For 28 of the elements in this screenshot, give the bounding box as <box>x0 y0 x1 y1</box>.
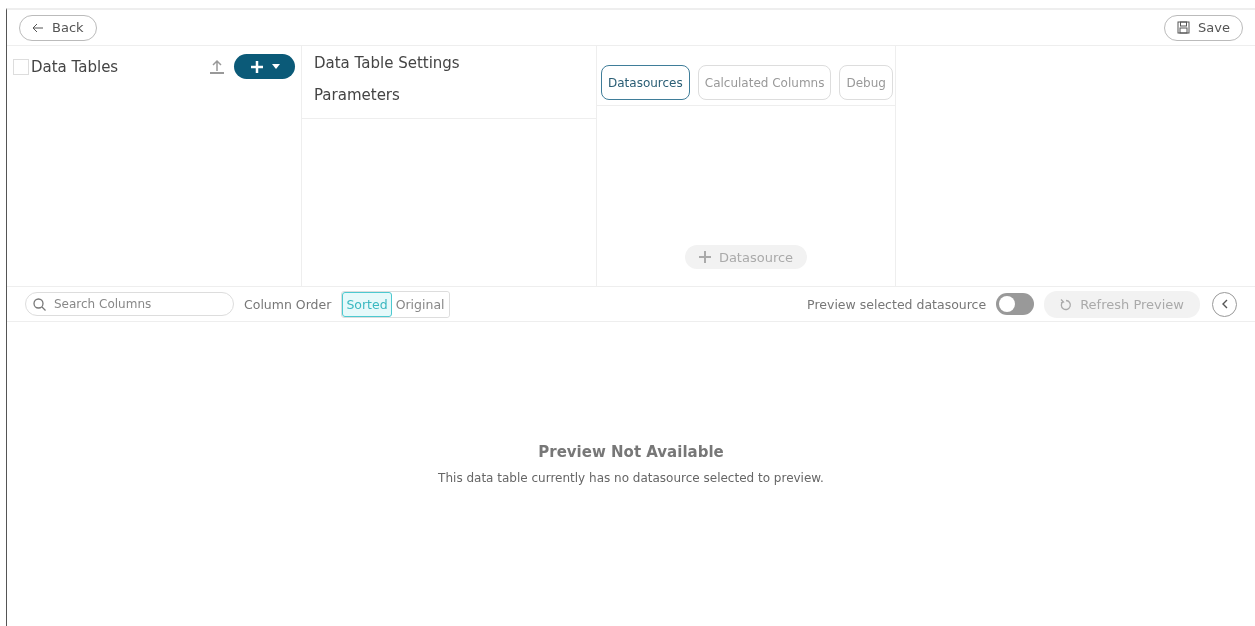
plus-icon <box>249 59 264 74</box>
refresh-icon <box>1060 297 1073 311</box>
preview-message: This data table currently has no datasource selected to preview. <box>438 471 824 485</box>
plus-icon <box>698 251 711 263</box>
save-button[interactable]: Save <box>1164 14 1243 41</box>
search-icon <box>33 298 46 311</box>
panel-title: Data Tables <box>31 57 120 76</box>
column-order-label: Column Order <box>244 296 332 312</box>
tab[interactable]: Debug <box>839 65 893 100</box>
menu-item[interactable]: Parameters <box>314 82 596 114</box>
collapse-button[interactable] <box>1212 291 1237 317</box>
preview-title: Preview Not Available <box>538 443 724 461</box>
back-button[interactable]: Back <box>19 14 97 41</box>
search-field[interactable]: Search Columns <box>25 292 234 316</box>
refresh-preview-button[interactable]: Refresh Preview <box>1044 290 1200 318</box>
tab[interactable]: Datasources <box>601 65 690 100</box>
menu-item[interactable]: Data Table Settings <box>314 50 596 82</box>
add-datasource-button[interactable]: Datasource <box>684 245 808 269</box>
add-dropdown-button[interactable] <box>234 54 295 79</box>
caret-icon <box>271 64 280 69</box>
tab[interactable]: Calculated Columns <box>697 65 832 100</box>
checkbox[interactable] <box>13 58 29 75</box>
order-option[interactable]: Sorted <box>342 291 392 317</box>
preview-label: Preview selected datasource <box>807 296 987 312</box>
preview-toggle[interactable] <box>996 293 1035 315</box>
arrow-left-icon <box>32 22 44 33</box>
upload-icon[interactable] <box>210 59 224 74</box>
chevron-left-icon <box>1221 299 1228 309</box>
